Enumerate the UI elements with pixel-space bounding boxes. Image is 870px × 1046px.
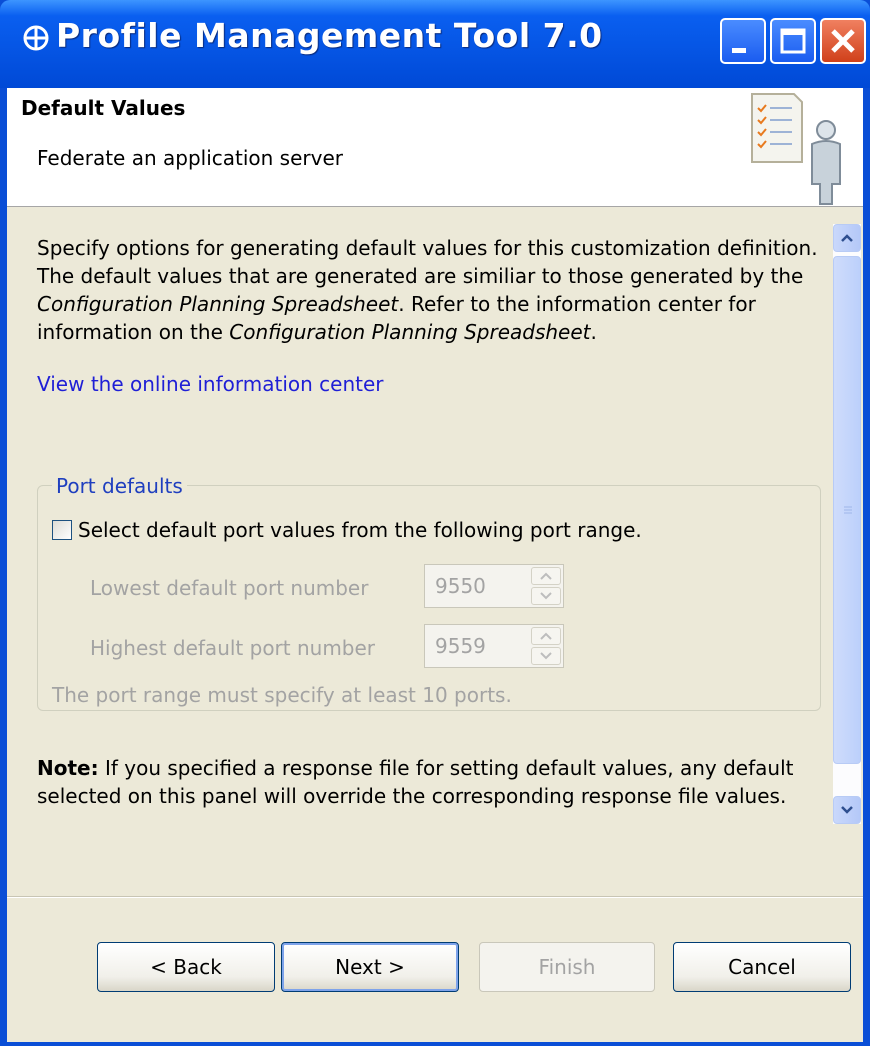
minimize-icon (732, 48, 746, 53)
lowest-port-spin-buttons (531, 567, 561, 605)
highest-port-spin-buttons (531, 627, 561, 665)
scroll-thumb[interactable] (833, 256, 861, 764)
port-range-checkbox[interactable] (52, 520, 72, 540)
note-body: If you specified a response file for set… (37, 756, 794, 808)
scroll-down-button[interactable] (833, 796, 861, 824)
finish-button[interactable]: Finish (479, 942, 655, 992)
wizard-header: Default Values Federate an application s… (7, 88, 863, 207)
note-label: Note: (37, 756, 99, 780)
spreadsheet-reference: Configuration Planning Spreadsheet (37, 292, 399, 316)
highest-port-row: Highest default port number 9559 (90, 624, 564, 668)
port-defaults-group: Port defaults Select default port values… (37, 472, 821, 711)
maximize-button[interactable] (770, 18, 816, 64)
information-center-link[interactable]: View the online information center (37, 370, 827, 398)
title-bar[interactable]: Profile Management Tool 7.0 (0, 0, 870, 88)
lowest-port-label: Lowest default port number (90, 576, 369, 600)
lowest-port-spinner[interactable]: 9550 (424, 564, 564, 608)
highest-port-decrement-button[interactable] (531, 647, 561, 665)
chevron-down-icon (540, 652, 552, 660)
page-title: Default Values (21, 96, 186, 120)
chevron-up-icon (841, 234, 853, 242)
checklist-person-icon (751, 93, 841, 205)
page-subtitle: Federate an application server (37, 146, 343, 170)
chevron-down-icon (841, 806, 853, 814)
content-panel: Specify options for generating default v… (37, 234, 827, 808)
close-button[interactable] (820, 18, 866, 64)
chevron-up-icon (540, 632, 552, 640)
maximize-icon (780, 28, 806, 54)
port-range-option[interactable]: Select default port values from the foll… (52, 516, 642, 544)
close-icon (831, 29, 855, 53)
note-text: Note: If you specified a response file f… (37, 754, 827, 810)
highest-port-increment-button[interactable] (531, 627, 561, 645)
application-window: Profile Management Tool 7.0 Default Valu… (0, 0, 870, 1046)
back-button[interactable]: < Back (97, 942, 275, 992)
lowest-port-value: 9550 (435, 574, 486, 598)
lowest-port-row: Lowest default port number 9550 (90, 564, 564, 608)
description-part: . (590, 320, 597, 344)
vertical-scrollbar[interactable] (833, 224, 861, 824)
chevron-up-icon (540, 572, 552, 580)
port-range-note: The port range must specify at least 10 … (52, 683, 512, 707)
minimize-button[interactable] (720, 18, 766, 64)
footer-separator (7, 896, 863, 898)
description-text: Specify options for generating default v… (37, 234, 827, 346)
port-range-checkbox-label: Select default port values from the foll… (78, 518, 642, 542)
scroll-up-button[interactable] (833, 224, 861, 252)
lowest-port-decrement-button[interactable] (531, 587, 561, 605)
port-defaults-legend: Port defaults (52, 472, 187, 500)
app-logo-icon (23, 25, 49, 51)
lowest-port-increment-button[interactable] (531, 567, 561, 585)
spreadsheet-reference: Configuration Planning Spreadsheet (229, 320, 591, 344)
highest-port-spinner[interactable]: 9559 (424, 624, 564, 668)
chevron-down-icon (540, 592, 552, 600)
window-title: Profile Management Tool 7.0 (56, 16, 603, 55)
highest-port-label: Highest default port number (90, 636, 376, 660)
next-button[interactable]: Next > (281, 942, 459, 992)
cancel-button[interactable]: Cancel (673, 942, 851, 992)
description-part: Specify options for generating default v… (37, 236, 818, 288)
highest-port-value: 9559 (435, 634, 486, 658)
dialog-client-area: Default Values Federate an application s… (7, 88, 863, 1042)
content-scroll-area[interactable]: Specify options for generating default v… (7, 206, 863, 826)
grip-icon (844, 506, 852, 514)
